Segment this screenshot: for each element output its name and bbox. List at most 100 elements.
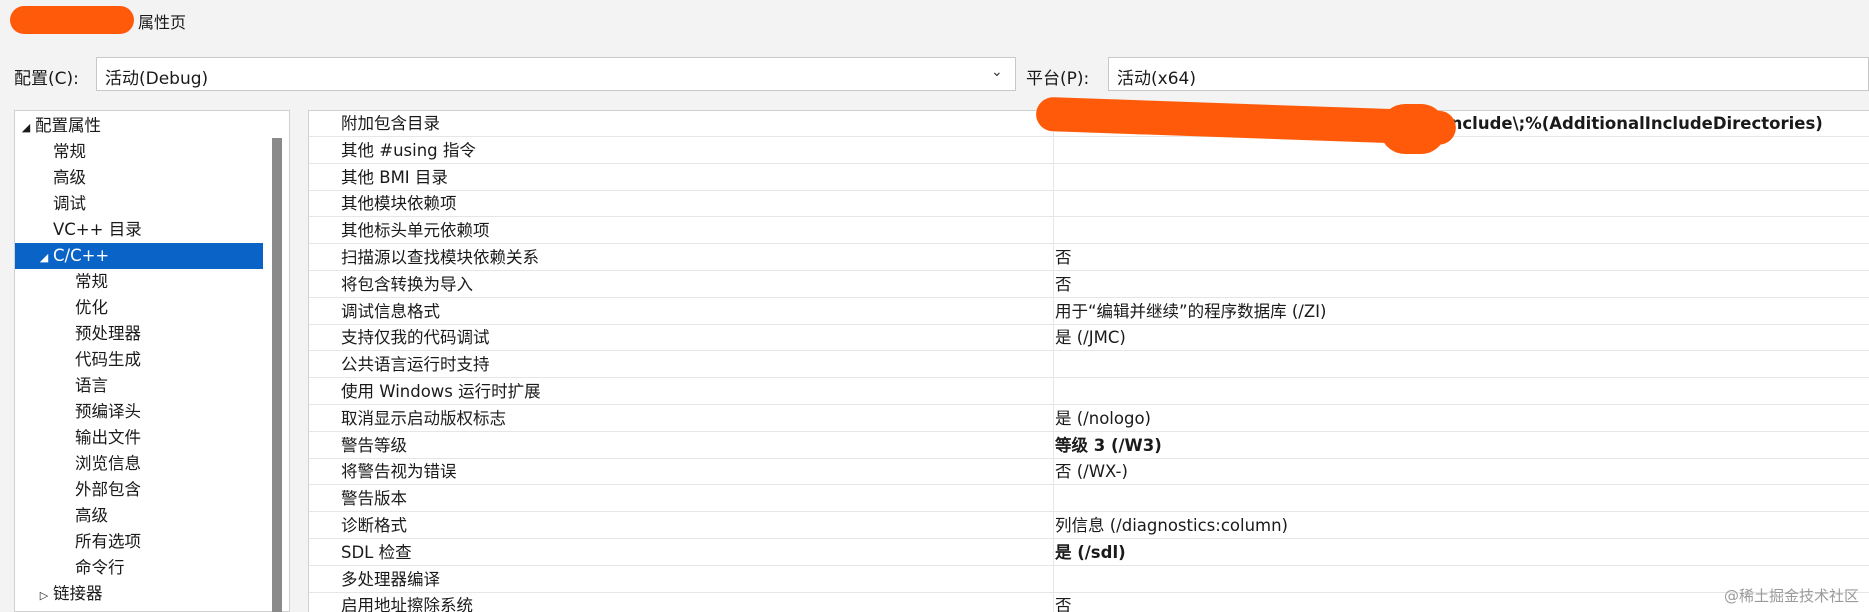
title-bar: 属性页 — [0, 0, 1869, 44]
property-value[interactable]: 等级 3 (/W3) — [1055, 434, 1162, 458]
property-name: 使用 Windows 运行时扩展 — [341, 382, 541, 401]
property-value[interactable]: 是 (/JMC) — [1055, 326, 1126, 350]
property-row[interactable]: 将警告视为错误 否 (/WX-) — [309, 459, 1869, 486]
configuration-dropdown[interactable]: 活动(Debug) ⌄ — [96, 57, 1016, 91]
tree-item-label: 所有选项 — [75, 532, 141, 551]
property-row[interactable]: 诊断格式 列信息 (/diagnostics:column) — [309, 513, 1869, 539]
tree-item[interactable]: 输出文件 — [15, 425, 263, 451]
property-row[interactable]: 其他 BMI 目录 — [309, 165, 1869, 191]
property-name: 将包含转换为导入 — [341, 274, 473, 294]
tree-item[interactable]: 常规 — [15, 139, 263, 165]
tree-item[interactable]: ◢ 配置属性 — [15, 113, 263, 139]
tree-item-label: 浏览信息 — [75, 454, 141, 473]
property-name: 启用地址擦除系统 — [341, 596, 473, 612]
tree-item-label: 输出文件 — [75, 428, 141, 447]
tree-item[interactable]: 优化 — [15, 295, 263, 321]
property-row[interactable]: 支持仅我的代码调试 是 (/JMC) — [309, 325, 1869, 352]
property-name: 其他标头单元依赖项 — [341, 221, 490, 241]
property-name: 取消显示启动版权标志 — [341, 408, 506, 428]
configuration-value: 活动(Debug) — [105, 69, 209, 89]
tree-item-label: 外部包含 — [75, 480, 141, 499]
property-row[interactable]: 警告等级 等级 3 (/W3) — [309, 433, 1869, 459]
configuration-label: 配置(C): — [14, 69, 79, 89]
property-name: 其他 #using 指令 — [341, 140, 476, 160]
platform-dropdown[interactable]: 活动(x64) — [1108, 57, 1869, 91]
tree-item-label: 预编译头 — [75, 402, 141, 421]
property-name: SDL 检查 — [341, 542, 412, 562]
property-name: 附加包含目录 — [341, 114, 440, 133]
redacted-include-path-end — [1380, 104, 1446, 154]
property-row[interactable]: 调试信息格式 用于“编辑并继续”的程序数据库 (/ZI) — [309, 299, 1869, 325]
property-row[interactable]: 公共语言运行时支持 — [309, 352, 1869, 379]
tree-item[interactable]: 外部包含 — [15, 477, 263, 503]
property-row[interactable]: 警告版本 — [309, 486, 1869, 513]
tree-item[interactable]: VC++ 目录 — [15, 217, 263, 243]
tree-item-label: 语言 — [75, 376, 108, 395]
property-name: 其他 BMI 目录 — [341, 167, 448, 187]
redacted-project-name — [10, 6, 134, 34]
property-row[interactable]: 其他模块依赖项 — [309, 191, 1869, 218]
tree-item[interactable]: 预处理器 — [15, 321, 263, 347]
expander-icon[interactable]: ◢ — [17, 115, 35, 141]
tree-item-label: 高级 — [53, 168, 86, 187]
tree-item-label: 调试 — [53, 194, 86, 213]
property-value[interactable]: include\;%(AdditionalIncludeDirectories) — [1445, 112, 1823, 136]
tree-item-label: 命令行 — [75, 558, 125, 577]
tree-item[interactable]: 所有选项 — [15, 529, 263, 555]
property-value[interactable]: 否 — [1055, 273, 1072, 297]
property-name: 其他模块依赖项 — [341, 194, 457, 214]
tree-item-label: 代码生成 — [75, 350, 141, 369]
property-value[interactable]: 用于“编辑并继续”的程序数据库 (/ZI) — [1055, 300, 1326, 324]
tree-item[interactable]: 常规 — [15, 269, 263, 295]
property-row[interactable]: 启用地址擦除系统 否 — [309, 593, 1869, 612]
tree-item[interactable]: 预编译头 — [15, 399, 263, 425]
property-name: 多处理器编译 — [341, 569, 440, 589]
property-tree[interactable]: ◢ 配置属性 常规 高级 调试 VC++ 目录 ◢ C/C++ 常规 优化 预处理器 代码生成 语言 预编… — [14, 110, 290, 612]
property-value[interactable]: 是 (/nologo) — [1055, 407, 1151, 431]
property-grid[interactable]: 附加包含目录 include\;%(AdditionalIncludeDirect… — [308, 110, 1869, 612]
tree-item[interactable]: 语言 — [15, 373, 263, 399]
tree-item[interactable]: 浏览信息 — [15, 451, 263, 477]
tree-item[interactable]: 命令行 — [15, 555, 263, 581]
expander-icon[interactable]: ◢ — [35, 245, 53, 271]
tree-item-label: 常规 — [53, 142, 86, 161]
property-name: 警告版本 — [341, 489, 407, 509]
property-value[interactable]: 否 — [1055, 594, 1072, 612]
property-row[interactable]: 多处理器编译 — [309, 567, 1869, 593]
property-name: 扫描源以查找模块依赖关系 — [341, 248, 539, 267]
property-value[interactable]: 列信息 (/diagnostics:column) — [1055, 514, 1288, 538]
property-name: 将警告视为错误 — [341, 462, 457, 482]
tree-item-label: 优化 — [75, 298, 108, 317]
tree-item[interactable]: 高级 — [15, 503, 263, 529]
tree-item-label: VC++ 目录 — [53, 220, 142, 239]
property-row[interactable]: 取消显示启动版权标志 是 (/nologo) — [309, 406, 1869, 432]
property-value[interactable]: 否 — [1055, 246, 1072, 270]
property-name: 支持仅我的代码调试 — [341, 328, 490, 348]
chevron-down-icon: ⌄ — [991, 64, 1003, 80]
watermark: @稀土掘金技术社区 — [1723, 587, 1859, 605]
property-row[interactable]: 使用 Windows 运行时扩展 — [309, 379, 1869, 405]
tree-item[interactable]: ◢ C/C++ — [15, 243, 263, 269]
property-value[interactable]: 否 (/WX-) — [1055, 460, 1128, 484]
tree-item-label: 高级 — [75, 506, 108, 525]
tree-item[interactable]: 调试 — [15, 191, 263, 217]
tree-item-label: 链接器 — [53, 584, 103, 603]
property-row[interactable]: 其他 #using 指令 — [309, 138, 1869, 164]
property-value[interactable]: 是 (/sdl) — [1055, 541, 1126, 565]
expander-icon[interactable]: ▷ — [35, 583, 53, 609]
property-row[interactable]: 其他标头单元依赖项 — [309, 218, 1869, 245]
tree-item[interactable]: 高级 — [15, 165, 263, 191]
property-row[interactable]: 扫描源以查找模块依赖关系 否 — [309, 245, 1869, 271]
tree-scrollbar[interactable] — [272, 138, 282, 612]
platform-value: 活动(x64) — [1117, 69, 1196, 89]
tree-item[interactable]: ▷ 链接器 — [15, 581, 263, 607]
tree-item-label: 常规 — [75, 272, 108, 291]
property-row[interactable]: 将包含转换为导入 否 — [309, 272, 1869, 298]
tree-item-label: C/C++ — [53, 246, 110, 265]
property-name: 诊断格式 — [341, 516, 407, 535]
tree-item[interactable]: 代码生成 — [15, 347, 263, 373]
property-name: 警告等级 — [341, 435, 407, 455]
property-row[interactable]: SDL 检查 是 (/sdl) — [309, 540, 1869, 566]
window-title: 属性页 — [138, 13, 187, 32]
tree-item-label: 预处理器 — [75, 324, 141, 343]
